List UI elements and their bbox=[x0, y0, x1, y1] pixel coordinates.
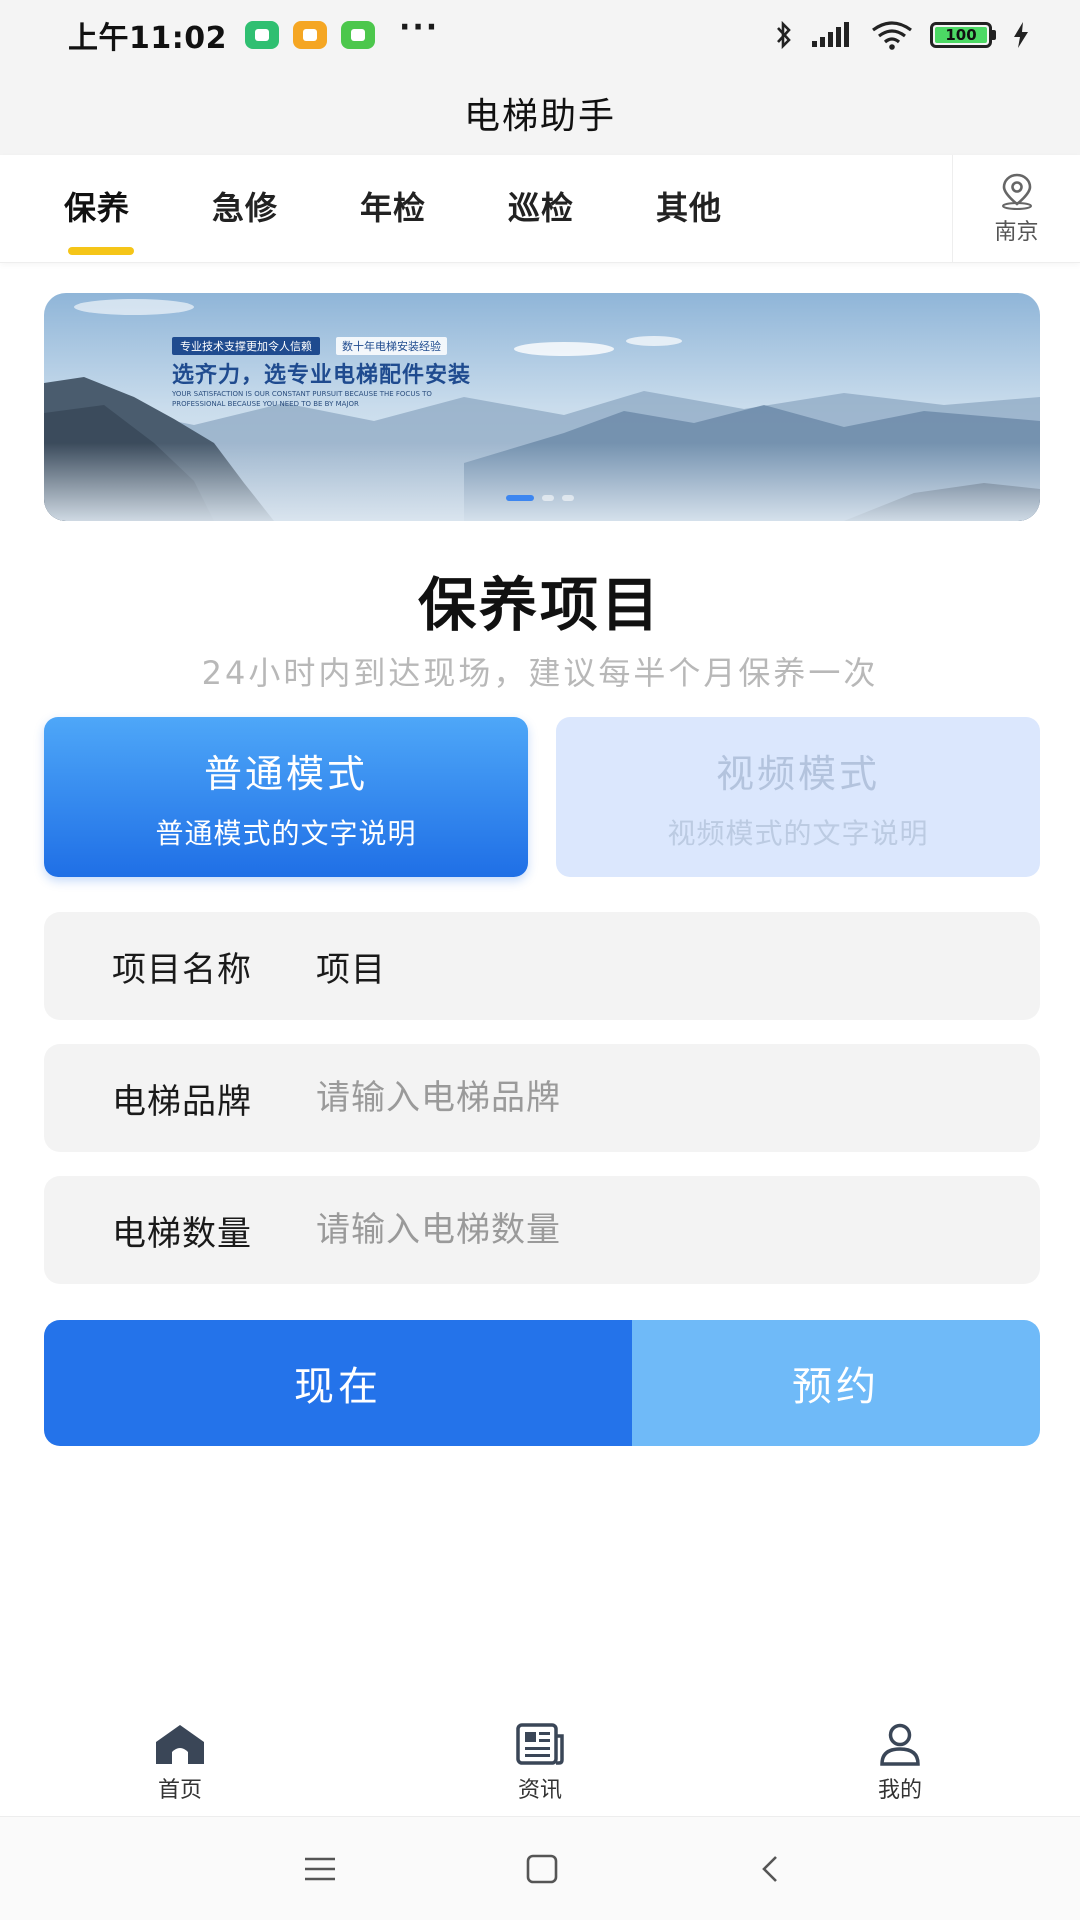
elevator-count-row: 电梯数量 bbox=[44, 1176, 1040, 1284]
location-label: 南京 bbox=[994, 220, 1039, 245]
more-notifications-icon: ··· bbox=[399, 10, 440, 45]
location-selector[interactable]: 南京 bbox=[952, 155, 1080, 263]
banner-headline: 选齐力，选专业电梯配件安装 bbox=[172, 363, 472, 388]
tab-maintenance[interactable]: 保养 bbox=[64, 183, 130, 229]
nav-home-label: 首页 bbox=[157, 1778, 202, 1803]
user-icon bbox=[880, 1723, 920, 1766]
normal-mode-title: 普通模式 bbox=[203, 751, 368, 796]
banner-subline: YOUR SATISFACTION IS OUR CONSTANT PURSUI… bbox=[172, 390, 432, 408]
banner-tag-secondary: 数十年电梯安装经验 bbox=[336, 337, 447, 355]
active-tab-indicator bbox=[68, 247, 134, 255]
notification-icons bbox=[245, 21, 375, 49]
nav-news-label: 资讯 bbox=[517, 1778, 562, 1803]
tab-patrol-inspection[interactable]: 巡检 bbox=[508, 183, 574, 229]
normal-mode-desc: 普通模式的文字说明 bbox=[155, 816, 417, 850]
system-status: 100 bbox=[774, 20, 1030, 50]
elevator-brand-input[interactable] bbox=[316, 1044, 1040, 1152]
wifi-icon bbox=[872, 21, 912, 50]
banner-tag: 专业技术支撑更加令人信赖 bbox=[172, 337, 320, 355]
nav-mine-label: 我的 bbox=[877, 1778, 922, 1803]
video-mode-card[interactable]: 视频模式 视频模式的文字说明 bbox=[556, 717, 1040, 877]
bluetooth-icon bbox=[777, 20, 791, 50]
bottom-nav: 首页 资讯 我的 bbox=[0, 1712, 1080, 1816]
battery-level: 100 bbox=[935, 26, 987, 44]
page-title: 电梯助手 bbox=[463, 95, 616, 137]
project-name-row: 项目名称 bbox=[44, 912, 1040, 1020]
app-header: 电梯助手 bbox=[0, 70, 1080, 155]
order-now-button[interactable]: 现在 bbox=[44, 1320, 632, 1446]
back-icon[interactable] bbox=[750, 1849, 790, 1889]
location-pin-icon bbox=[1001, 173, 1032, 210]
elevator-count-input[interactable] bbox=[316, 1176, 1040, 1284]
shield-app-icon bbox=[245, 21, 279, 49]
section-subtitle: 24小时内到达现场，建议每半个月保养一次 bbox=[201, 654, 879, 692]
status-time: 上午11:02 bbox=[68, 21, 227, 56]
system-nav-bar bbox=[0, 1816, 1080, 1920]
wechat-app-icon bbox=[341, 21, 375, 49]
menu-icon[interactable] bbox=[300, 1849, 340, 1889]
project-name-label: 项目名称 bbox=[112, 949, 252, 990]
battery-indicator: 100 bbox=[930, 22, 996, 48]
signal-icon bbox=[812, 22, 849, 47]
tab-emergency-repair[interactable]: 急修 bbox=[212, 183, 278, 229]
elevator-count-label: 电梯数量 bbox=[112, 1213, 252, 1254]
nav-mine[interactable]: 我的 bbox=[840, 1722, 960, 1804]
home-square-icon[interactable] bbox=[522, 1849, 562, 1889]
section-title: 保养项目 bbox=[417, 571, 662, 639]
home-icon bbox=[156, 1725, 204, 1764]
banner-pagination bbox=[506, 495, 574, 501]
video-mode-title: 视频模式 bbox=[715, 751, 880, 796]
message-app-icon bbox=[293, 21, 327, 49]
status-bar: 上午11:02 ··· 100 bbox=[0, 0, 1080, 70]
promo-banner[interactable]: 专业技术支撑更加令人信赖 数十年电梯安装经验 选齐力，选专业电梯配件安装 YOU… bbox=[44, 293, 1040, 521]
tab-annual-inspection[interactable]: 年检 bbox=[360, 183, 426, 229]
normal-mode-card[interactable]: 普通模式 普通模式的文字说明 bbox=[44, 717, 528, 877]
book-appointment-button[interactable]: 预约 bbox=[632, 1320, 1040, 1446]
submit-button-group: 现在 预约 bbox=[44, 1320, 1040, 1446]
project-name-input[interactable] bbox=[316, 912, 1040, 1020]
news-icon bbox=[516, 1723, 564, 1765]
charging-icon bbox=[1014, 22, 1028, 48]
tab-other[interactable]: 其他 bbox=[656, 183, 722, 229]
elevator-brand-row: 电梯品牌 bbox=[44, 1044, 1040, 1152]
category-tabs: 保养 急修 年检 巡检 其他 南京 bbox=[0, 155, 1080, 263]
nav-home[interactable]: 首页 bbox=[120, 1722, 240, 1804]
video-mode-desc: 视频模式的文字说明 bbox=[667, 816, 929, 850]
elevator-brand-label: 电梯品牌 bbox=[112, 1081, 252, 1122]
nav-news[interactable]: 资讯 bbox=[480, 1722, 600, 1804]
